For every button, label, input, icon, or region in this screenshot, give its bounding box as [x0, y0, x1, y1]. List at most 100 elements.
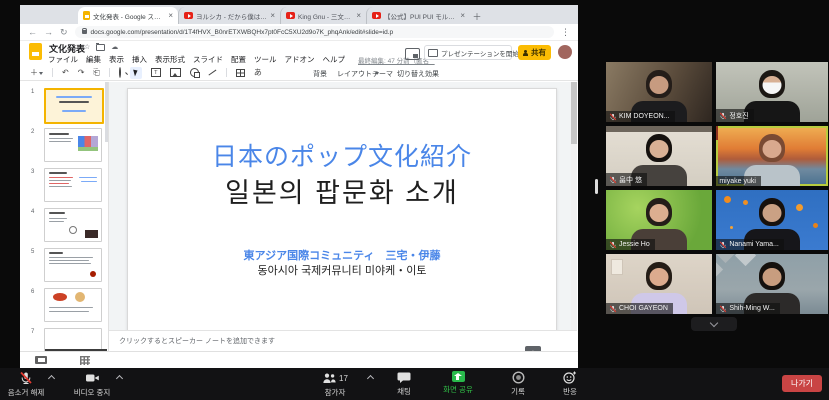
picture-in-picture-icon[interactable]: [405, 48, 420, 60]
participant-tile[interactable]: Nanami Yama...: [716, 190, 828, 250]
grid-view-icon[interactable]: [80, 356, 90, 365]
google-slides-favicon: [83, 11, 90, 20]
gallery-collapse-button[interactable]: [691, 317, 737, 331]
participant-tile-active-speaker[interactable]: miyake yuki: [716, 126, 828, 186]
cloud-status-icon[interactable]: ☁: [111, 43, 118, 51]
menu-format[interactable]: 表示形式: [155, 54, 185, 65]
print-icon[interactable]: ⎗: [93, 69, 99, 77]
insert-table-tool[interactable]: [236, 69, 245, 77]
slide-subtitle-korean[interactable]: 동아시아 국제커뮤니티 미야케・이토: [128, 262, 556, 278]
slide-thumbnail-4[interactable]: 4: [44, 208, 104, 243]
muted-mic-icon: [719, 112, 727, 120]
muted-mic-icon: [609, 305, 617, 313]
background-button[interactable]: 背景: [313, 69, 327, 79]
tab-title: ヨルシカ - だから僕は音楽を辞めた: [196, 11, 267, 21]
text-box-tool[interactable]: T: [151, 68, 161, 77]
browser-tab-youtube-1[interactable]: ヨルシカ - だから僕は音楽を辞めた ×: [178, 7, 280, 24]
menu-tools[interactable]: ツール: [254, 54, 277, 65]
cursor-icon: [133, 69, 139, 77]
account-avatar[interactable]: [558, 45, 572, 59]
redo-icon[interactable]: ↷: [78, 69, 85, 77]
zoom-toolbar: 음소거 해제 비디오 중지 17 참가자 채팅 화면 공유 기록 반응 나가기: [0, 368, 829, 400]
horizontal-scrollbar-thumb[interactable]: [45, 349, 107, 351]
new-slide-button[interactable]: ＋: [30, 69, 43, 77]
move-folder-icon[interactable]: [96, 44, 105, 51]
slide-thumbnail-6[interactable]: 6: [44, 288, 104, 323]
menu-arrange[interactable]: 配置: [231, 54, 246, 65]
zoom-tool-button[interactable]: [119, 69, 121, 77]
start-presentation-button[interactable]: プレゼンテーションを開始 ▾: [424, 45, 512, 60]
browser-tab-strip: 文化発表 - Google スライド × ヨルシカ - だから僕は音楽を辞めた …: [20, 5, 578, 24]
menu-slide[interactable]: スライド: [193, 54, 223, 65]
participant-tile[interactable]: KIM DOYEON...: [606, 62, 712, 122]
share-screen-icon: [452, 371, 465, 382]
filmstrip-view-icon[interactable]: [35, 356, 47, 364]
menu-help[interactable]: ヘルプ: [323, 54, 346, 65]
theme-button[interactable]: テーマ: [372, 69, 393, 79]
stop-video-button[interactable]: 비디오 중지: [60, 371, 124, 398]
share-screen-button[interactable]: 화면 공유: [426, 371, 490, 395]
menu-file[interactable]: ファイル: [48, 54, 78, 65]
browser-tab-youtube-3[interactable]: 【公式】PUI PUI モルカー 第1話 ×: [366, 7, 470, 24]
unmute-button[interactable]: 음소거 해제: [0, 371, 58, 398]
slide-thumbnail-2[interactable]: 2: [44, 128, 104, 163]
chrome-browser-window: 文化発表 - Google スライド × ヨルシカ - だから僕は音楽を辞めた …: [20, 5, 578, 368]
google-slides-logo: [29, 43, 42, 60]
participant-tile[interactable]: Shih-Ming W...: [716, 254, 828, 314]
current-slide[interactable]: 日本のポップ文化紹介 일본의 팝문화 소개 東アジア国際コミュニティ 三宅・伊藤…: [127, 88, 557, 332]
participant-tile[interactable]: Jessie Ho: [606, 190, 712, 250]
slide-thumbnail-5[interactable]: 5: [44, 248, 104, 283]
filmstrip-scrollbar[interactable]: [105, 82, 108, 142]
muted-mic-icon: [19, 371, 33, 385]
insert-image-tool[interactable]: [170, 68, 181, 77]
new-tab-button[interactable]: ＋: [470, 9, 484, 24]
panel-drag-handle[interactable]: [595, 179, 598, 194]
participant-gallery: KIM DOYEON... 정호진 畠中 悠 miyake yuki Jessi: [606, 62, 828, 314]
select-tool-button-active[interactable]: [130, 67, 142, 79]
present-screen-icon: [428, 49, 438, 57]
forward-icon[interactable]: →: [44, 28, 53, 37]
leave-meeting-button[interactable]: 나가기: [782, 375, 822, 392]
participant-tile[interactable]: CHOI GAYEON: [606, 254, 712, 314]
transition-button[interactable]: 切り替え効果: [397, 69, 439, 79]
reload-icon[interactable]: ↻: [60, 28, 68, 37]
slide-thumbnail-3[interactable]: 3: [44, 168, 104, 203]
insert-shape-tool[interactable]: [190, 68, 199, 77]
tab-close-icon[interactable]: ×: [168, 11, 173, 20]
magnifier-icon: [119, 67, 121, 78]
browser-menu-icon[interactable]: ⋮: [561, 27, 570, 38]
participant-name-label: miyake yuki: [716, 176, 761, 186]
slide-subtitle-japanese[interactable]: 東アジア国際コミュニティ 三宅・伊藤: [128, 247, 556, 263]
menu-edit[interactable]: 編集: [86, 54, 101, 65]
browser-tab-youtube-2[interactable]: King Gnu - 三文小説 - YouTube ×: [280, 7, 366, 24]
browser-tab-slides[interactable]: 文化発表 - Google スライド ×: [78, 7, 178, 24]
speaker-notes-area[interactable]: クリックするとスピーカー ノートを追加できます: [109, 330, 577, 352]
insert-line-tool[interactable]: [208, 69, 216, 75]
video-camera-icon: [85, 371, 100, 385]
participants-button[interactable]: 17 참가자: [303, 371, 367, 398]
slide-title-japanese[interactable]: 日本のポップ文化紹介: [128, 137, 556, 173]
participant-tile[interactable]: 畠中 悠: [606, 126, 712, 186]
participant-name-label: Shih-Ming W...: [716, 303, 780, 314]
back-icon[interactable]: ←: [28, 28, 37, 37]
participant-tile[interactable]: 정호진: [716, 62, 828, 122]
share-button[interactable]: 共有: [518, 45, 551, 60]
tab-close-icon[interactable]: ×: [356, 11, 361, 20]
undo-icon[interactable]: ↶: [62, 69, 69, 77]
tab-close-icon[interactable]: ×: [270, 11, 275, 20]
slide-thumbnail-1[interactable]: 1: [44, 88, 104, 123]
star-icon[interactable]: ☆: [84, 43, 90, 51]
youtube-favicon: [372, 12, 381, 19]
participant-name-label: Nanami Yama...: [716, 239, 784, 250]
url-omnibox[interactable]: docs.google.com/presentation/d/1T4fHVX_B…: [75, 26, 554, 38]
menu-view[interactable]: 表示: [109, 54, 124, 65]
menu-addons[interactable]: アドオン: [285, 54, 315, 65]
slides-view-bar: [20, 351, 578, 368]
reactions-button[interactable]: 반응: [538, 371, 602, 397]
canvas-scrollbar[interactable]: [571, 82, 577, 330]
text-format-tool[interactable]: あ: [254, 69, 262, 77]
tab-title: 【公式】PUI PUI モルカー 第1話: [384, 11, 457, 21]
tab-close-icon[interactable]: ×: [460, 11, 465, 20]
menu-insert[interactable]: 挿入: [132, 54, 147, 65]
slide-title-korean[interactable]: 일본의 팝문화 소개: [128, 171, 556, 210]
